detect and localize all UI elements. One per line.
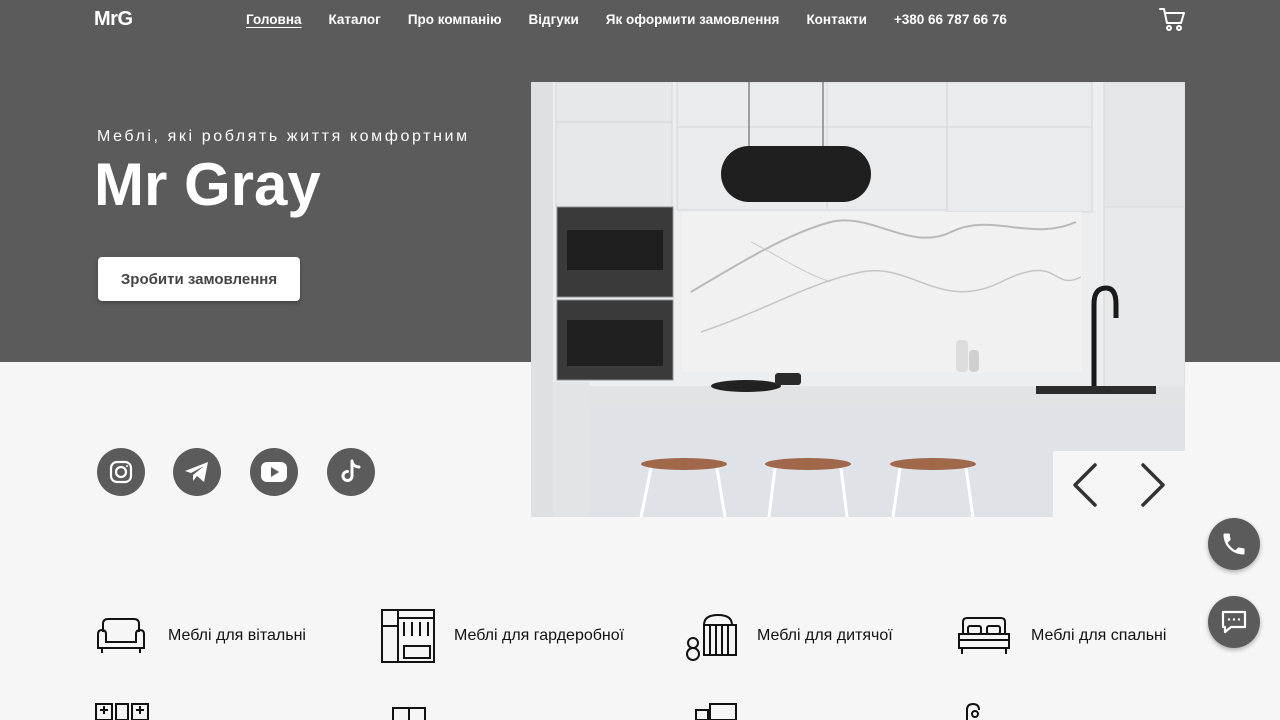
logo[interactable]: MrG [94, 8, 133, 31]
hero-title: Mr Gray [94, 151, 321, 218]
bed-icon [958, 617, 1010, 654]
cart-icon[interactable] [1158, 6, 1186, 32]
wardrobe-icon [381, 609, 435, 663]
nav-link-how-to-order[interactable]: Як оформити замовлення [606, 12, 780, 27]
category-label: Меблі для дитячої [757, 627, 893, 644]
hero-tagline: Меблі, які роблять життя комфортним [97, 128, 470, 145]
sofa-icon [97, 618, 145, 653]
category-living-room[interactable]: Меблі для вітальні [94, 608, 306, 664]
crib-icon [686, 613, 737, 661]
call-button[interactable] [1208, 518, 1260, 570]
category-wardrobe[interactable]: Меблі для гардеробної [380, 608, 624, 664]
next-arrow-icon[interactable] [1133, 461, 1173, 509]
youtube-icon[interactable] [250, 448, 298, 496]
chat-icon [1221, 610, 1247, 634]
kitchen-icon [695, 703, 737, 720]
bathroom-icon [966, 702, 980, 720]
nav-link-catalog[interactable]: Каталог [329, 12, 381, 27]
telegram-icon[interactable] [173, 448, 221, 496]
nav-link-home[interactable]: Головна [246, 12, 302, 27]
nav-phone-link[interactable]: +380 66 787 66 76 [894, 12, 1007, 27]
cabinet-icon [392, 707, 426, 720]
nav-link-reviews[interactable]: Відгуки [529, 12, 579, 27]
category-label: Меблі для вітальні [168, 627, 306, 644]
prev-arrow-icon[interactable] [1065, 461, 1105, 509]
chat-button[interactable] [1208, 596, 1260, 648]
nav-link-contacts[interactable]: Контакти [806, 12, 866, 27]
top-navigation: MrG Головна Каталог Про компанію Відгуки… [0, 0, 1280, 40]
slider-controls [1053, 451, 1185, 517]
category-bedroom[interactable]: Меблі для спальні [957, 608, 1166, 664]
nav-link-about[interactable]: Про компанію [408, 12, 502, 27]
instagram-icon[interactable] [97, 448, 145, 496]
phone-icon [1223, 533, 1245, 555]
category-label: Меблі для спальні [1031, 627, 1167, 644]
category-kids[interactable]: Меблі для дитячої [684, 608, 893, 664]
shelf-icon [95, 703, 149, 720]
category-label: Меблі для гардеробної [454, 627, 625, 644]
tiktok-icon[interactable] [327, 448, 375, 496]
order-button[interactable]: Зробити замовлення [98, 257, 300, 301]
nav-links: Головна Каталог Про компанію Відгуки Як … [246, 12, 1007, 27]
